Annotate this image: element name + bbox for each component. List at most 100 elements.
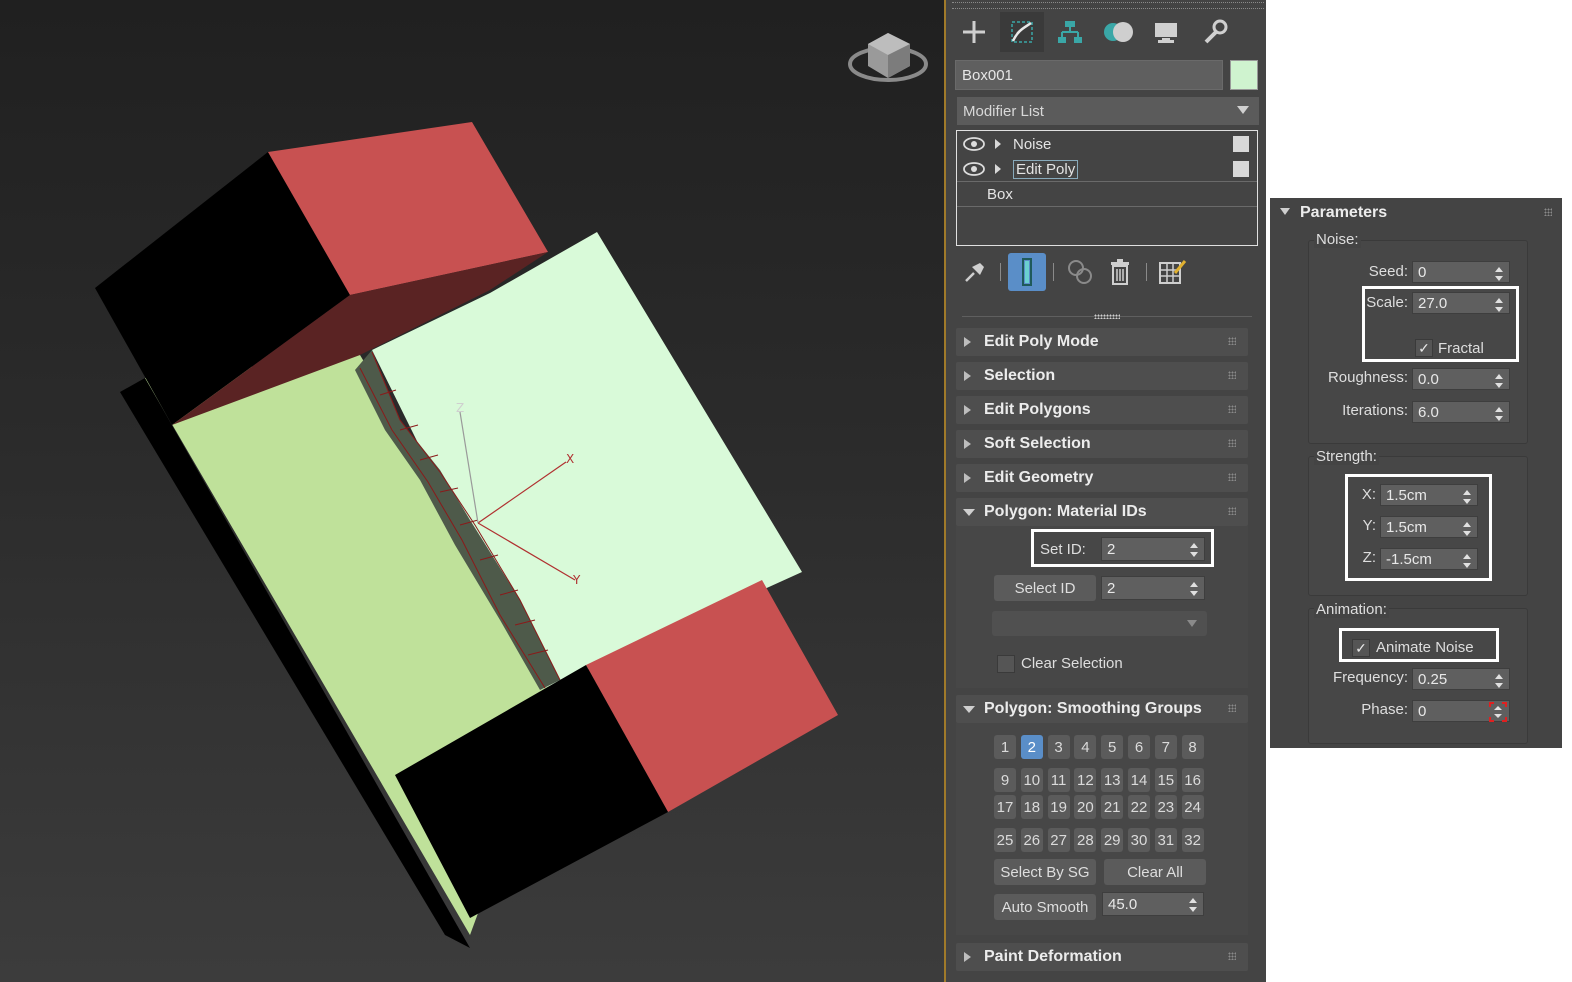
stack-item-edit-poly[interactable]: Edit Poly <box>957 157 1257 181</box>
smoothing-group-button[interactable]: 25 <box>994 828 1016 852</box>
grip-icon[interactable] <box>1228 337 1236 345</box>
grip-icon[interactable] <box>1228 371 1236 379</box>
smoothing-group-button[interactable]: 21 <box>1101 795 1124 819</box>
expand-arrow-icon[interactable] <box>995 139 1001 149</box>
smoothing-group-button[interactable]: 12 <box>1074 768 1097 792</box>
grip-icon[interactable] <box>1544 208 1552 216</box>
smoothing-group-button[interactable]: 9 <box>994 768 1016 792</box>
spinner-arrows-icon[interactable] <box>1495 267 1503 281</box>
smoothing-group-button[interactable]: 3 <box>1047 735 1070 759</box>
viewport[interactable]: Z X Y <box>0 0 944 982</box>
show-end-result-button[interactable] <box>1008 253 1046 291</box>
rollout-edit-polygons[interactable]: Edit Polygons <box>956 396 1248 424</box>
smoothing-group-button[interactable]: 6 <box>1128 735 1150 759</box>
configure-sets-button[interactable] <box>1153 253 1191 291</box>
spinner-arrows-icon[interactable] <box>1190 582 1198 596</box>
axis-z-label: Z <box>456 401 464 415</box>
clear-all-button[interactable]: Clear All <box>1104 859 1206 885</box>
spinner-arrows-icon[interactable] <box>1495 674 1503 688</box>
roughness-spinner[interactable]: 0.0 <box>1412 368 1510 390</box>
smoothing-group-button[interactable]: 22 <box>1128 795 1150 819</box>
smoothing-group-button[interactable]: 7 <box>1154 735 1177 759</box>
resize-grip[interactable] <box>1094 314 1120 319</box>
seed-spinner[interactable]: 0 <box>1412 261 1510 283</box>
select-id-spinner[interactable]: 2 <box>1101 576 1205 600</box>
eye-icon[interactable] <box>963 162 985 176</box>
smoothing-group-button[interactable]: 15 <box>1154 768 1177 792</box>
grip-icon[interactable] <box>1228 473 1236 481</box>
clear-selection-checkbox[interactable] <box>997 655 1015 673</box>
object-name-input[interactable]: Box001 <box>955 60 1223 90</box>
smoothing-group-button[interactable]: 2 <box>1020 735 1043 759</box>
smoothing-group-button[interactable]: 20 <box>1074 795 1097 819</box>
eye-icon[interactable] <box>963 137 985 151</box>
grip-icon[interactable] <box>1228 405 1236 413</box>
object-color-swatch[interactable] <box>1230 60 1258 90</box>
select-id-button[interactable]: Select ID <box>994 575 1096 601</box>
smoothing-group-button[interactable]: 31 <box>1154 828 1177 852</box>
remove-modifier-button[interactable] <box>1101 253 1139 291</box>
animated-key-brackets-icon[interactable] <box>1489 702 1507 722</box>
smoothing-group-button[interactable]: 1 <box>994 735 1016 759</box>
smoothing-group-button[interactable]: 5 <box>1101 735 1124 759</box>
spinner-arrows-icon[interactable] <box>1189 898 1197 912</box>
smoothing-group-button[interactable]: 17 <box>994 795 1016 819</box>
utilities-tab[interactable] <box>1192 12 1236 52</box>
rollout-edit-geometry[interactable]: Edit Geometry <box>956 464 1248 492</box>
grip-icon[interactable] <box>1228 507 1236 515</box>
smoothing-group-button[interactable]: 23 <box>1154 795 1177 819</box>
auto-smooth-button[interactable]: Auto Smooth <box>994 894 1096 920</box>
iterations-spinner[interactable]: 6.0 <box>1412 401 1510 423</box>
smoothing-group-button[interactable]: 24 <box>1181 795 1204 819</box>
spinner-arrows-icon[interactable] <box>1495 407 1503 421</box>
phase-spinner[interactable]: 0 <box>1412 700 1510 722</box>
rollout-soft-selection[interactable]: Soft Selection <box>956 430 1248 458</box>
smoothing-group-button[interactable]: 27 <box>1047 828 1070 852</box>
smoothing-group-button[interactable]: 26 <box>1020 828 1043 852</box>
display-tab[interactable] <box>1144 12 1188 52</box>
grip-icon[interactable] <box>1228 952 1236 960</box>
rollout-material-ids[interactable]: Polygon: Material IDs <box>956 498 1248 526</box>
smoothing-group-button[interactable]: 13 <box>1101 768 1124 792</box>
motion-tab[interactable] <box>1096 12 1140 52</box>
pin-stack-button[interactable] <box>956 253 994 291</box>
stack-item-toggle[interactable] <box>1233 161 1249 177</box>
modifier-stack: Noise Edit Poly Box <box>956 130 1258 246</box>
iterations-label: Iterations: <box>1342 402 1408 419</box>
create-tab[interactable] <box>952 12 996 52</box>
grip-icon[interactable] <box>1228 704 1236 712</box>
expand-arrow-icon[interactable] <box>995 164 1001 174</box>
stack-item-box[interactable]: Box <box>957 182 1257 206</box>
trash-icon <box>1111 259 1129 285</box>
collapse-arrow-icon[interactable] <box>1280 208 1290 215</box>
smoothing-group-button[interactable]: 32 <box>1181 828 1204 852</box>
rollout-edit-poly-mode[interactable]: Edit Poly Mode <box>956 328 1248 356</box>
panel-grip[interactable] <box>952 2 1264 9</box>
rollout-paint-deformation[interactable]: Paint Deformation <box>956 943 1248 971</box>
smoothing-group-button[interactable]: 11 <box>1047 768 1070 792</box>
smoothing-group-button[interactable]: 4 <box>1074 735 1097 759</box>
rollout-selection[interactable]: Selection <box>956 362 1248 390</box>
modifier-list-dropdown[interactable]: Modifier List <box>957 97 1259 125</box>
modify-tab[interactable] <box>1000 12 1044 52</box>
frequency-spinner[interactable]: 0.25 <box>1412 668 1510 690</box>
smoothing-group-button[interactable]: 28 <box>1074 828 1097 852</box>
smoothing-group-button[interactable]: 19 <box>1047 795 1070 819</box>
make-unique-button[interactable] <box>1061 253 1099 291</box>
grip-icon[interactable] <box>1228 439 1236 447</box>
smoothing-group-button[interactable]: 18 <box>1020 795 1043 819</box>
smoothing-group-button[interactable]: 16 <box>1181 768 1204 792</box>
select-by-sg-button[interactable]: Select By SG <box>994 859 1096 885</box>
smoothing-group-button[interactable]: 29 <box>1101 828 1124 852</box>
smoothing-group-button[interactable]: 30 <box>1128 828 1150 852</box>
auto-smooth-threshold-spinner[interactable]: 45.0 <box>1102 892 1204 916</box>
rollout-smoothing-groups[interactable]: Polygon: Smoothing Groups <box>956 695 1248 723</box>
stack-item-toggle[interactable] <box>1233 136 1249 152</box>
hierarchy-tab[interactable] <box>1048 12 1092 52</box>
smoothing-group-button[interactable]: 10 <box>1020 768 1043 792</box>
smoothing-group-button[interactable]: 8 <box>1181 735 1204 759</box>
spinner-arrows-icon[interactable] <box>1495 374 1503 388</box>
material-name-dropdown[interactable] <box>992 611 1207 636</box>
smoothing-group-button[interactable]: 14 <box>1128 768 1150 792</box>
stack-item-noise[interactable]: Noise <box>957 132 1257 156</box>
